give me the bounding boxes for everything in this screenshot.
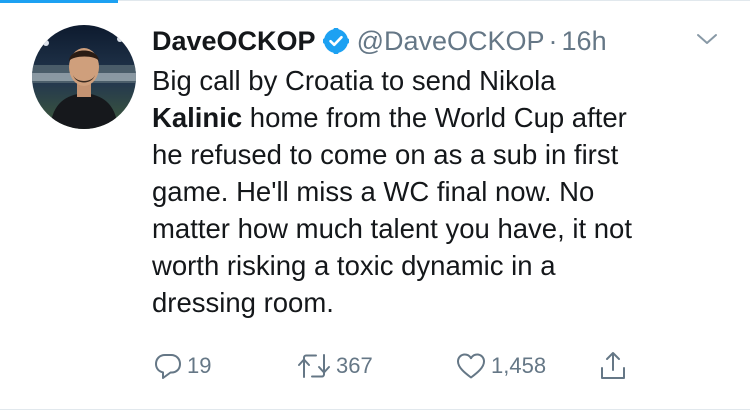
bold-term: Kalinic: [152, 102, 243, 133]
tweet-text-line: Big call by Croatia to send Nikola: [152, 65, 556, 96]
author-handle[interactable]: @DaveOCKOP: [357, 26, 545, 57]
retweet-icon: [296, 351, 332, 381]
verified-badge-icon: [322, 27, 350, 55]
top-divider: [118, 0, 750, 1]
tweet-header: DaveOCKOP @DaveOCKOP · 16h: [152, 22, 607, 60]
chevron-down-icon[interactable]: [696, 32, 718, 46]
reply-button[interactable]: 19: [153, 348, 211, 384]
tweet-text-line: game. He'll miss a WC final now. No: [152, 176, 595, 207]
tweet-text-fragment: home from the World Cup after: [242, 102, 627, 133]
tweet-actions: 19 367 1,458: [0, 348, 750, 384]
tweet-text-line: worth risking a toxic dynamic in a: [152, 250, 556, 281]
tweet-text-line: Kalinic home from the World Cup after: [152, 99, 732, 136]
tab-indicator: [0, 0, 118, 3]
avatar[interactable]: [32, 25, 136, 129]
like-button[interactable]: 1,458: [455, 348, 546, 384]
retweet-count: 367: [336, 353, 373, 378]
tweet-text: Big call by Croatia to send Nikola Kalin…: [152, 62, 732, 321]
tweet-text-line: he refused to come on as a sub in first: [152, 139, 619, 170]
author-name[interactable]: DaveOCKOP: [152, 26, 316, 57]
tweet-text-line: dressing room.: [152, 287, 334, 318]
heart-icon: [455, 351, 487, 381]
like-count: 1,458: [491, 353, 547, 378]
separator-dot: ·: [548, 25, 558, 56]
share-button[interactable]: [598, 348, 628, 384]
reply-icon: [153, 351, 183, 381]
tweet-text-line: matter how much talent you have, it not: [152, 213, 632, 244]
retweet-button[interactable]: 367: [296, 348, 373, 384]
reply-count: 19: [187, 353, 212, 378]
share-icon: [598, 350, 628, 382]
tweet-timestamp[interactable]: 16h: [562, 26, 607, 57]
